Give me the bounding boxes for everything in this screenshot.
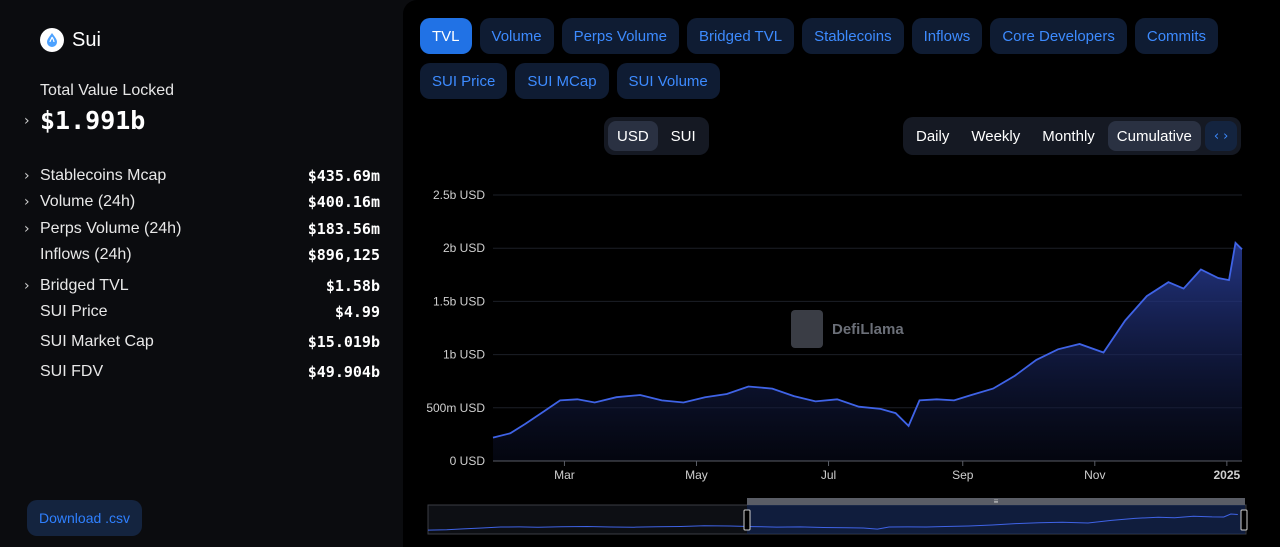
metric-label: Volume (24h) [40, 193, 136, 210]
metric-row: SUI Market Cap $15.019b [24, 328, 380, 356]
metric-value: $15.019b [307, 333, 380, 351]
metric-row: SUI Price $4.99 [24, 298, 380, 326]
x-tick-label: 2025 [1213, 468, 1240, 482]
watermark: DefiLlama [791, 310, 904, 348]
metric-row[interactable]: › Perps Volume (24h) $183.56m [24, 215, 380, 243]
slider-right-handle[interactable] [1240, 509, 1248, 531]
tvl-label: Total Value Locked [40, 82, 175, 99]
metric-label-group: › Volume (24h) [24, 193, 135, 211]
metric-label: Bridged TVL [40, 277, 129, 294]
x-tick-label: Jul [821, 468, 836, 482]
metric-row[interactable]: › Volume (24h) $400.16m [24, 188, 380, 216]
tvl-area [493, 242, 1242, 461]
sui-droplet-icon [40, 28, 64, 52]
tvl-summary-toggle[interactable]: › $1.991b [24, 106, 145, 135]
metric-label: Stablecoins Mcap [40, 167, 167, 184]
slider-left-handle[interactable] [743, 509, 751, 531]
x-tick-label: Sep [952, 468, 974, 482]
y-tick-label: 2b USD [443, 241, 485, 255]
llama-icon [791, 310, 823, 348]
metric-value: $1.58b [325, 277, 380, 295]
chevron-right-icon: › [24, 168, 30, 184]
range-slider[interactable]: ≡ [427, 497, 1248, 535]
chevron-right-icon: › [24, 112, 30, 129]
metric-label-group: › Stablecoins Mcap [24, 167, 166, 185]
y-tick-label: 1.5b USD [433, 294, 485, 308]
chevron-right-icon: › [24, 221, 30, 237]
metric-label-group: › Perps Volume (24h) [24, 220, 181, 238]
x-tick-label: Nov [1084, 468, 1105, 482]
tvl-value: $1.991b [40, 106, 146, 135]
metric-row[interactable]: › Bridged TVL $1.58b [24, 272, 380, 300]
watermark-text: DefiLlama [832, 321, 904, 338]
download-csv-button[interactable]: Download .csv [27, 500, 143, 536]
metric-label-group: SUI Market Cap [24, 333, 154, 351]
metric-value: $183.56m [307, 220, 380, 238]
metric-value: $400.16m [307, 193, 380, 211]
slider-selection[interactable] [747, 505, 1245, 534]
y-tick-label: 2.5b USD [433, 188, 485, 202]
metric-label: Inflows (24h) [40, 246, 132, 263]
x-tick-label: Mar [554, 468, 575, 482]
chain-header: Sui [40, 28, 101, 52]
metric-label-group: SUI Price [24, 303, 108, 321]
metric-row: SUI FDV $49.904b [24, 358, 380, 386]
metric-value: $49.904b [307, 363, 380, 381]
metric-label-group: SUI FDV [24, 363, 103, 381]
tvl-chart: DefiLlama Mar May Jul Sep Nov 2025 0 USD 500m … [426, 188, 1248, 535]
metric-label: SUI Price [40, 303, 108, 320]
metric-label: SUI FDV [40, 363, 104, 380]
y-tick-label: 500m USD [426, 401, 485, 415]
metric-row[interactable]: › Stablecoins Mcap $435.69m [24, 162, 380, 190]
chain-name: Sui [72, 28, 101, 51]
grip-icon: ≡ [994, 497, 999, 506]
chevron-right-icon: › [24, 194, 30, 210]
y-tick-label: 0 USD [450, 454, 486, 468]
metric-row: Inflows (24h) $896,125 [24, 241, 380, 269]
metric-value: $435.69m [307, 167, 380, 185]
chain-summary-panel: Sui Total Value Locked › $1.991b › Stable… [0, 0, 403, 547]
metric-label: SUI Market Cap [40, 333, 154, 350]
chevron-right-icon: › [24, 278, 30, 294]
metric-label: Perps Volume (24h) [40, 220, 182, 237]
y-tick-label: 1b USD [443, 348, 485, 362]
chart-panel: TVL Volume Perps Volume Bridged TVL Stableco… [403, 0, 1280, 547]
metric-label-group: Inflows (24h) [24, 246, 132, 264]
metric-label-group: › Bridged TVL [24, 277, 129, 295]
x-tick-label: May [685, 468, 708, 482]
metric-value: $4.99 [334, 303, 380, 321]
metric-value: $896,125 [307, 246, 380, 264]
